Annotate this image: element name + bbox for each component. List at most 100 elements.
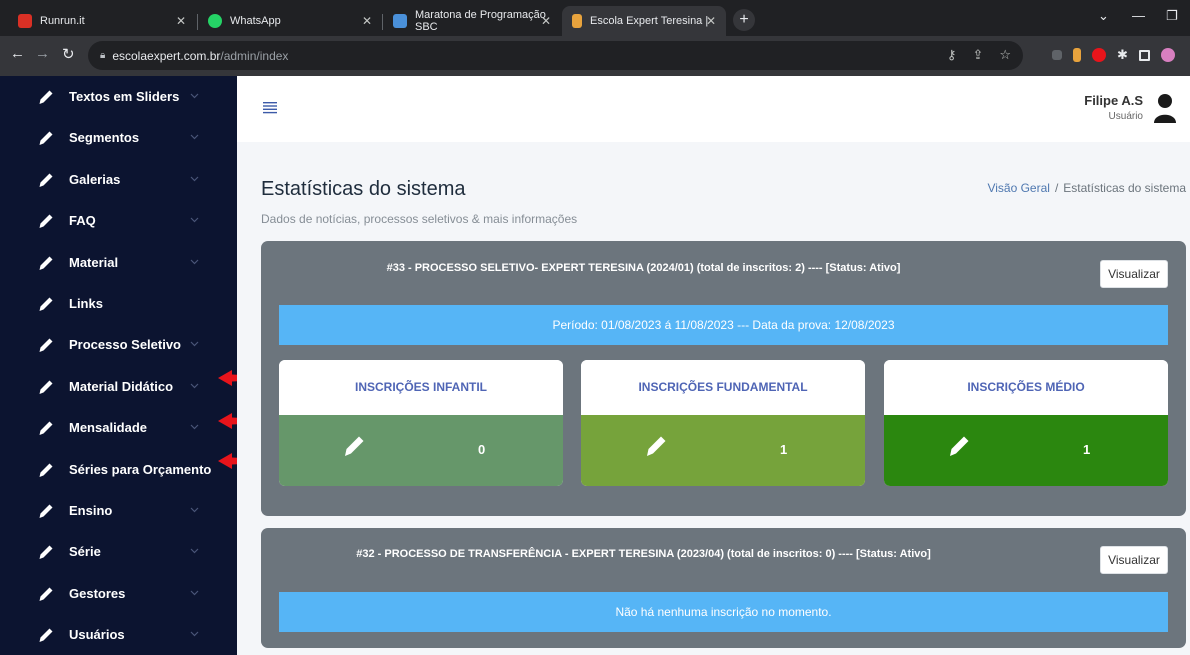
top-navbar: Filipe A.S Usuário [237, 76, 1190, 142]
stat-count: 1 [1083, 442, 1091, 457]
extension-icon[interactable] [1052, 50, 1062, 60]
close-tab-icon[interactable]: ✕ [362, 14, 372, 28]
tab-whatsapp[interactable]: WhatsApp ✕ [198, 6, 382, 36]
pen-icon [39, 545, 53, 560]
chevron-down-icon [190, 424, 199, 430]
stat-box-infantil[interactable]: INSCRIÇÕES INFANTIL 0 [279, 360, 563, 486]
address-bar[interactable]: 🔒︎ escolaexpert.com.br/admin/index ⚷ ⇪ ☆ [88, 41, 1023, 70]
visualizar-button[interactable]: Visualizar [1100, 260, 1168, 288]
pen-icon [39, 297, 53, 311]
breadcrumb: Visão Geral / Estatísticas do sistema [987, 181, 1186, 195]
extension-icon[interactable] [1092, 48, 1106, 62]
restore-window-icon[interactable]: ❐ [1166, 8, 1178, 24]
stat-label: INSCRIÇÕES FUNDAMENTAL [581, 360, 865, 415]
sidebar-item-gestores[interactable]: Gestores [0, 573, 237, 614]
extension-icon[interactable] [1073, 48, 1081, 62]
sidebar-item-label: Mensalidade [69, 420, 148, 436]
stat-box-medio[interactable]: INSCRIÇÕES MÉDIO 1 [884, 360, 1168, 486]
sidebar-item-links[interactable]: Links [0, 283, 237, 324]
sidebar-item-faq[interactable]: FAQ [0, 200, 237, 241]
key-icon[interactable]: ⚷ [947, 47, 957, 63]
side-panel-icon[interactable] [1138, 49, 1150, 61]
no-inscriptions-bar: Não há nenhuma inscrição no momento. [279, 592, 1168, 632]
sidebar-item-label: Links [69, 296, 103, 311]
tab-title: Escola Expert Teresina | [590, 15, 709, 27]
chevron-down-icon [190, 341, 199, 347]
user-role: Usuário [1108, 111, 1143, 122]
breadcrumb-home-link[interactable]: Visão Geral [987, 181, 1049, 195]
hamburger-menu-icon[interactable] [262, 99, 278, 115]
sidebar-item-series-para-orcamento[interactable]: Séries para Orçamento [0, 449, 237, 490]
user-name[interactable]: Filipe A.S [1084, 93, 1143, 108]
bookmark-star-icon[interactable]: ☆ [999, 47, 1011, 63]
pen-icon [39, 338, 53, 353]
url-path: /admin/index [220, 48, 289, 63]
url-host: escolaexpert.com.br [112, 48, 221, 63]
page-subtitle: Dados de notícias, processos seletivos &… [261, 212, 578, 226]
back-arrow-icon[interactable]: ← [10, 45, 25, 62]
sidebar-item-label: Material Didático [69, 378, 174, 394]
browser-tab-bar: Runrun.it ✕ WhatsApp ✕ Maratona de Progr… [0, 0, 1190, 36]
process-card: #33 - PROCESSO SELETIVO- EXPERT TERESINA… [261, 241, 1186, 516]
tab-title: WhatsApp [230, 15, 281, 27]
period-info-bar: Período: 01/08/2023 á 11/08/2023 --- Dat… [279, 305, 1168, 345]
sidebar-item-serie[interactable]: Série [0, 531, 237, 572]
pen-icon [39, 131, 53, 146]
sidebar-item-textos-em-sliders[interactable]: Textos em Sliders [0, 76, 237, 117]
sbc-favicon-icon [393, 14, 407, 28]
close-tab-icon[interactable]: ✕ [541, 14, 551, 28]
stat-body: 1 [884, 415, 1168, 486]
sidebar-item-label: Usuários [69, 627, 125, 643]
new-tab-button[interactable]: + [733, 9, 755, 31]
visualizar-button[interactable]: Visualizar [1100, 546, 1168, 574]
chevron-down-icon [190, 631, 199, 637]
tab-search-chevron-icon[interactable]: ⌄ [1098, 8, 1109, 24]
minimize-icon[interactable]: — [1132, 8, 1145, 23]
chevron-down-icon [190, 134, 199, 140]
reload-icon[interactable]: ↻ [62, 45, 75, 63]
sidebar-item-galerias[interactable]: Galerias [0, 159, 237, 200]
sidebar-item-label: FAQ [69, 213, 96, 229]
sidebar-item-mensalidade[interactable]: Mensalidade [0, 407, 237, 448]
pen-icon [647, 436, 666, 456]
sidebar-item-material[interactable]: Material [0, 242, 237, 283]
sidebar-item-label: Galerias [69, 171, 121, 187]
sidebar-item-material-didatico[interactable]: Material Didático [0, 366, 237, 407]
escola-favicon-icon [572, 14, 582, 28]
chevron-down-icon [190, 93, 199, 99]
tab-maratona[interactable]: Maratona de Programação SBC ✕ [383, 6, 561, 36]
sidebar-item-label: Material [69, 254, 119, 270]
profile-avatar-icon[interactable] [1160, 48, 1175, 62]
close-tab-icon[interactable]: ✕ [706, 14, 716, 28]
breadcrumb-current: Estatísticas do sistema [1063, 181, 1186, 195]
tab-escola-expert[interactable]: Escola Expert Teresina | ✕ [562, 6, 726, 36]
sidebar-item-label: Série [69, 544, 101, 560]
chevron-down-icon [190, 507, 199, 513]
admin-sidebar: Textos em Sliders Segmentos Galerias FAQ Mat… [0, 76, 237, 655]
sidebar-item-processo-seletivo[interactable]: Processo Seletivo [0, 324, 237, 365]
tab-title: Maratona de Programação SBC [415, 9, 546, 33]
sidebar-item-segmentos[interactable]: Segmentos [0, 117, 237, 158]
stat-box-fundamental[interactable]: INSCRIÇÕES FUNDAMENTAL 1 [581, 360, 865, 486]
pen-icon [39, 380, 53, 394]
pen-icon [39, 628, 53, 643]
forward-arrow-icon[interactable]: → [35, 45, 50, 62]
pen-icon [39, 173, 53, 187]
stat-count: 0 [478, 442, 486, 457]
page-title: Estatísticas do sistema [261, 178, 466, 200]
pen-icon [39, 463, 53, 477]
sidebar-item-label: Processo Seletivo [69, 337, 181, 353]
sidebar-item-label: Gestores [69, 585, 126, 601]
user-avatar-icon[interactable] [1154, 93, 1176, 123]
process-title: #32 - PROCESSO DE TRANSFERÊNCIA - EXPERT… [356, 548, 931, 560]
share-icon[interactable]: ⇪ [972, 47, 983, 63]
tab-runrunit[interactable]: Runrun.it ✕ [8, 6, 196, 36]
stat-label: INSCRIÇÕES INFANTIL [279, 360, 563, 415]
puzzle-extensions-icon[interactable]: ✱ [1117, 47, 1128, 63]
sidebar-item-ensino[interactable]: Ensino [0, 490, 237, 531]
close-tab-icon[interactable]: ✕ [176, 14, 186, 28]
chevron-down-icon [190, 383, 199, 389]
sidebar-item-usuarios[interactable]: Usuários [0, 614, 237, 655]
sidebar-item-label: Segmentos [69, 130, 140, 146]
stat-body: 1 [581, 415, 865, 486]
